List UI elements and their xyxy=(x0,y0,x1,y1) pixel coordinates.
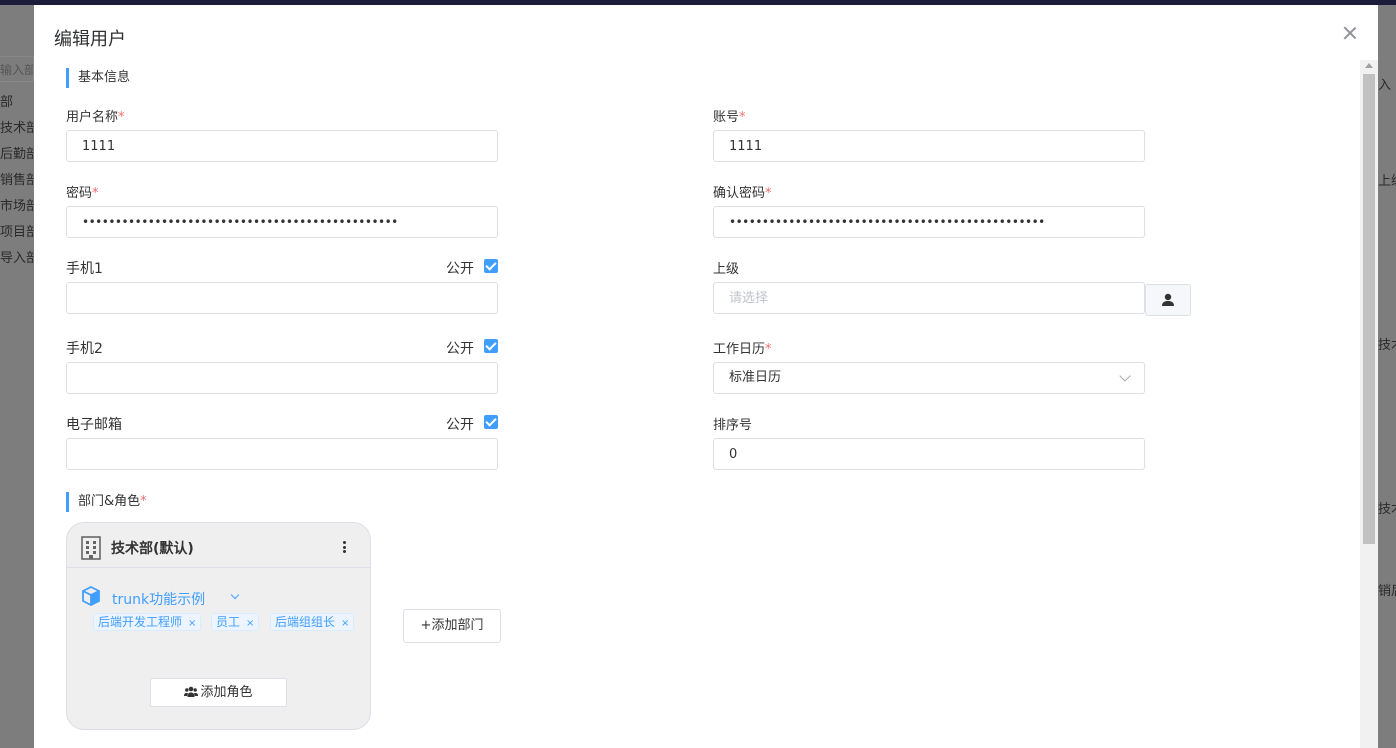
superior-input[interactable] xyxy=(713,282,1145,314)
role-tag: 后端组组长 × xyxy=(270,613,355,631)
required-mark: * xyxy=(765,342,772,357)
dept-card-header: 技术部(默认) xyxy=(67,523,370,568)
email-label: 电子邮箱 xyxy=(66,417,122,433)
section-label: 基本信息 xyxy=(78,70,131,85)
sort-no-label: 排序号 xyxy=(713,418,753,433)
phone1-public-checkbox[interactable] xyxy=(484,259,498,273)
background-dept-tree: 输入部门 部 技术部 后勤部 销售部 市场部 项目部 导入部 xyxy=(0,56,34,272)
phone1-public-label: 公开 xyxy=(446,261,474,277)
dept-card: 技术部(默认) trunk功能示例 后端开发工程师 × 员工 × 后端组组长 × 添加… xyxy=(66,522,371,730)
username-label-text: 用户名称 xyxy=(66,110,119,125)
required-mark: * xyxy=(140,494,147,509)
phone2-public-label: 公开 xyxy=(446,341,474,357)
background-tree-node: 后勤部 xyxy=(0,147,34,162)
password-label: 密码* xyxy=(66,182,99,201)
confirm-password-label: 确认密码* xyxy=(713,182,772,201)
background-tree-node: 市场部 xyxy=(0,199,34,214)
required-mark: * xyxy=(739,110,746,125)
background-text-fragment: 技术 xyxy=(1378,502,1396,517)
work-calendar-select[interactable]: 标准日历 xyxy=(713,362,1145,394)
email-public-label: 公开 xyxy=(446,417,474,433)
phone2-public-checkbox[interactable] xyxy=(484,339,498,353)
background-tree-node: 部 xyxy=(0,95,14,110)
username-input[interactable] xyxy=(66,130,498,162)
role-tag: 后端开发工程师 × xyxy=(93,613,202,631)
role-tag-label: 员工 xyxy=(216,615,241,629)
scroll-up-arrow-icon[interactable] xyxy=(1365,63,1373,68)
phone2-input[interactable] xyxy=(66,362,498,394)
work-calendar-label-text: 工作日历 xyxy=(713,342,766,357)
required-mark: * xyxy=(765,186,772,201)
background-tree-node: 销售部 xyxy=(0,173,34,188)
required-mark: * xyxy=(118,110,125,125)
phone1-label: 手机1 xyxy=(66,261,103,277)
account-label-text: 账号 xyxy=(713,110,740,125)
close-icon[interactable]: × xyxy=(246,618,254,629)
phone1-input[interactable] xyxy=(66,282,498,314)
background-text-fragment: 技术 xyxy=(1378,338,1396,353)
close-icon[interactable]: × xyxy=(188,618,196,629)
close-icon[interactable]: × xyxy=(341,618,349,629)
role-tag-label: 后端组组长 xyxy=(275,615,336,629)
superior-label: 上级 xyxy=(713,262,740,277)
password-input[interactable]: ••••••••••••••••••••••••••••••••••••••••… xyxy=(66,206,498,238)
email-input[interactable] xyxy=(66,438,498,470)
add-role-label: 添加角色 xyxy=(200,685,253,700)
role-tag: 员工 × xyxy=(211,613,260,631)
background-tree-node: 技术部 xyxy=(0,121,34,136)
add-dept-button[interactable]: +添加部门 xyxy=(403,609,501,643)
background-text-fragment: 销后 xyxy=(1378,584,1396,599)
user-icon xyxy=(1162,293,1174,306)
dept-role-section-title: 部门&角色* xyxy=(66,492,147,512)
work-calendar-label: 工作日历* xyxy=(713,338,772,357)
basic-info-section-title: 基本信息 xyxy=(66,68,130,88)
role-tag-label: 后端开发工程师 xyxy=(98,615,183,629)
users-icon xyxy=(184,686,199,697)
dialog-scrollbar[interactable] xyxy=(1360,60,1378,748)
more-vertical-icon[interactable] xyxy=(343,541,347,553)
add-role-button[interactable]: 添加角色 xyxy=(150,678,287,707)
background-tree-node: 导入部 xyxy=(0,251,34,266)
background-tree-node: 项目部 xyxy=(0,225,34,240)
building-icon xyxy=(81,536,101,560)
confirm-password-input[interactable]: ••••••••••••••••••••••••••••••••••••••••… xyxy=(713,206,1145,238)
chevron-down-icon[interactable] xyxy=(230,590,240,600)
phone2-label: 手机2 xyxy=(66,341,103,357)
account-input[interactable] xyxy=(713,130,1145,162)
select-superior-button[interactable] xyxy=(1145,284,1191,316)
sort-no-input[interactable] xyxy=(713,438,1145,470)
role-group-name[interactable]: trunk功能示例 xyxy=(112,589,205,609)
confirm-password-label-text: 确认密码 xyxy=(713,186,766,201)
required-mark: * xyxy=(92,186,99,201)
background-search-input: 输入部门 xyxy=(0,56,34,82)
work-calendar-value: 标准日历 xyxy=(729,370,782,385)
email-public-checkbox[interactable] xyxy=(484,415,498,429)
username-label: 用户名称* xyxy=(66,106,125,125)
close-icon[interactable] xyxy=(1342,25,1358,41)
chevron-down-icon xyxy=(1119,370,1131,382)
dept-name: 技术部(默认) xyxy=(111,541,194,557)
password-label-text: 密码 xyxy=(66,186,93,201)
cube-icon xyxy=(82,586,100,606)
scrollbar-thumb[interactable] xyxy=(1363,74,1375,544)
edit-user-dialog: 编辑用户 基本信息 用户名称* 账号* 密码* ••••••••••••••••… xyxy=(34,5,1378,748)
background-text-fragment: 入 xyxy=(1378,78,1392,93)
background-text-fragment: 上级 xyxy=(1378,174,1396,189)
dialog-title: 编辑用户 xyxy=(54,29,126,50)
section-label: 部门&角色 xyxy=(78,494,141,509)
account-label: 账号* xyxy=(713,106,746,125)
